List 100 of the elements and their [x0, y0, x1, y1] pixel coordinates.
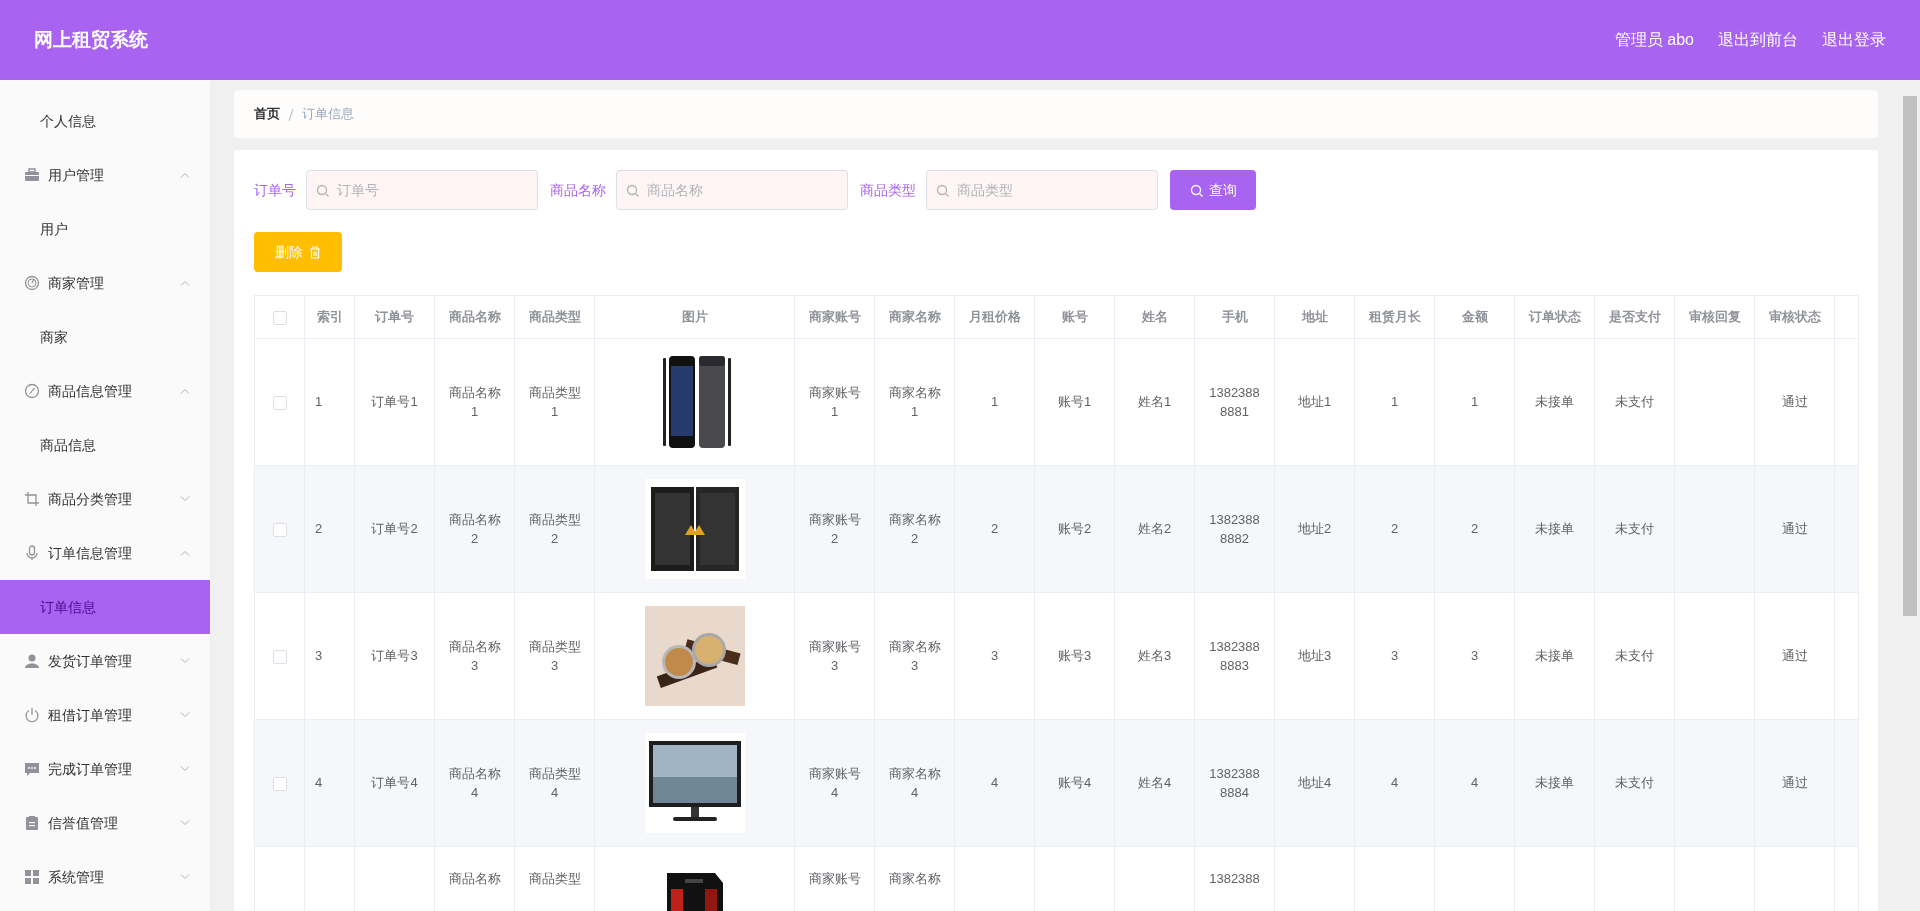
table-cell: 商品名称: [448, 871, 501, 886]
table-cell: 商家账号4: [808, 765, 861, 800]
table-cell: 未支付: [1615, 394, 1654, 410]
table-cell: 2: [990, 521, 999, 537]
table-cell: 1: [1470, 394, 1479, 410]
column-header: 手机: [1221, 309, 1248, 325]
column-header: 账号: [1061, 309, 1088, 325]
user-menu-link[interactable]: 管理员 abo: [1614, 28, 1694, 52]
search-button[interactable]: 查询: [1170, 170, 1256, 210]
header-link[interactable]: 退出到前台: [1718, 28, 1798, 52]
table-cell: 通过: [1781, 648, 1808, 664]
menu-group[interactable]: 商家管理: [0, 256, 210, 310]
gauge-icon: [24, 275, 40, 291]
table-cell: 3: [1390, 648, 1399, 664]
table-cell: 姓名4: [1137, 775, 1172, 791]
search-field[interactable]: 订单号: [306, 170, 538, 210]
microphone-icon: [24, 545, 40, 561]
table-cell: 商家账号: [808, 871, 861, 886]
table-cell: 未支付: [1615, 775, 1654, 791]
briefcase-icon: [24, 167, 40, 183]
table-cell: 未支付: [1615, 521, 1654, 537]
column-header: 商家名称: [888, 309, 941, 325]
table-cell: 4: [1470, 775, 1479, 791]
table-cell: 姓名1: [1137, 394, 1172, 410]
menu-group[interactable]: 系统管理: [0, 850, 210, 904]
column-header: 商品类型: [528, 309, 581, 325]
header-link[interactable]: 退出登录: [1822, 28, 1886, 52]
submenu-item[interactable]: 商家: [0, 310, 210, 364]
table-cell: 商家名称: [888, 871, 941, 886]
table-cell: 3: [1470, 648, 1479, 664]
user-icon: [24, 653, 40, 669]
table-cell: 商家名称4: [888, 765, 941, 800]
search-icon: [626, 184, 639, 197]
clipboard-icon: [24, 815, 40, 831]
table-cell: 姓名3: [1137, 648, 1172, 664]
trash-icon: [309, 245, 321, 259]
column-header: 订单状态: [1528, 309, 1581, 325]
column-header: 审核状态: [1768, 309, 1821, 325]
table-cell: 通过: [1781, 775, 1808, 791]
table-cell: 账号2: [1057, 521, 1092, 537]
checkbox[interactable]: [272, 649, 287, 664]
table-cell: 通过: [1781, 521, 1808, 537]
submenu-item[interactable]: 用户: [0, 202, 210, 256]
table-cell: 账号1: [1057, 394, 1092, 410]
column-header: 索引: [316, 309, 343, 325]
menu-group[interactable]: 完成订单管理: [0, 742, 210, 796]
table-cell: 商家名称3: [888, 638, 941, 673]
table-cell: 2: [315, 521, 323, 537]
table-cell: 3: [990, 648, 999, 664]
table-cell: 3: [315, 648, 323, 664]
table-cell: 商品类型2: [528, 511, 581, 546]
menu-item[interactable]: 个人信息: [0, 94, 210, 148]
table-cell: 账号4: [1057, 775, 1092, 791]
crop-icon: [24, 491, 40, 507]
table-cell: 商品类型4: [528, 765, 581, 800]
table-cell: 未接单: [1535, 394, 1574, 410]
column-header: 审核回复: [1688, 309, 1741, 325]
table-cell: 商家账号2: [808, 511, 861, 546]
checkbox[interactable]: [272, 522, 287, 537]
field-label: 商品名称: [550, 180, 606, 200]
table-cell: 订单号4: [371, 775, 418, 791]
power-icon: [24, 707, 40, 723]
menu-group[interactable]: 用户管理: [0, 148, 210, 202]
table-cell: 未接单: [1535, 775, 1574, 791]
menu-group[interactable]: 发货订单管理: [0, 634, 210, 688]
column-header: 租赁月长: [1368, 309, 1421, 325]
column-header: 姓名: [1141, 309, 1168, 325]
column-header: 订单号: [375, 309, 414, 325]
table-cell: 通过: [1781, 394, 1808, 410]
compass-icon: [24, 383, 40, 399]
field-label: 订单号: [254, 180, 296, 200]
table-cell: 地址3: [1297, 648, 1332, 664]
search-field[interactable]: 商品类型: [926, 170, 1158, 210]
table-cell: 姓名2: [1137, 521, 1172, 537]
submenu-item[interactable]: 商品信息: [0, 418, 210, 472]
table-cell: 4: [1390, 775, 1399, 791]
table-cell: 商品名称2: [448, 511, 501, 546]
menu-group[interactable]: 租借订单管理: [0, 688, 210, 742]
table-cell: 订单号3: [371, 648, 418, 664]
table-cell: 商品类型3: [528, 638, 581, 673]
search-field[interactable]: 商品名称: [616, 170, 848, 210]
table-cell: 未接单: [1535, 521, 1574, 537]
breadcrumb-link[interactable]: 首页: [254, 104, 280, 124]
breadcrumb-current: 订单信息: [302, 105, 354, 124]
menu-group[interactable]: 商品信息管理: [0, 364, 210, 418]
chat-icon: [24, 761, 40, 777]
table-cell: 1: [315, 394, 323, 410]
checkbox[interactable]: [272, 776, 287, 791]
table-cell: 1382388: [1209, 871, 1260, 886]
menu-group[interactable]: 信誉值管理: [0, 796, 210, 850]
table-cell: 地址1: [1297, 394, 1332, 410]
table-cell: 商家账号1: [808, 384, 861, 419]
table-cell: 商家名称2: [888, 511, 941, 546]
menu-group[interactable]: 订单信息管理: [0, 526, 210, 580]
checkbox[interactable]: [272, 395, 287, 410]
menu-group[interactable]: 商品分类管理: [0, 472, 210, 526]
table-cell: 2: [1470, 521, 1479, 537]
table-cell: 13823888883: [1209, 638, 1260, 673]
table-cell: 地址2: [1297, 521, 1332, 537]
checkbox[interactable]: [272, 310, 287, 325]
